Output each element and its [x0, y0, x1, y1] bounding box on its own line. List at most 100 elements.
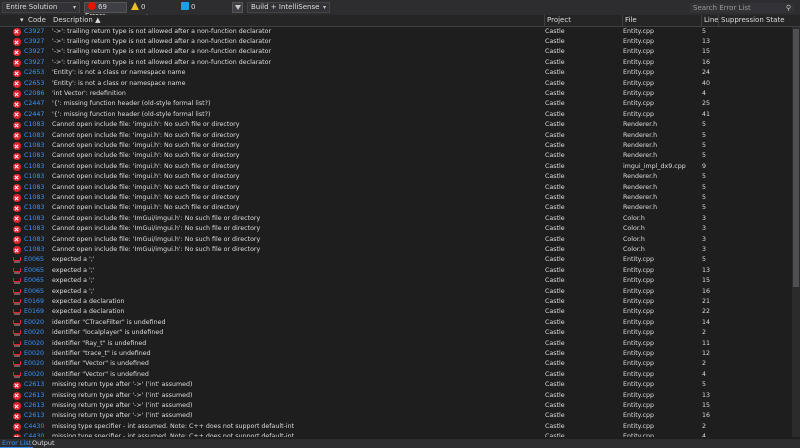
filter-column-icon[interactable]: ▾	[20, 15, 24, 26]
table-row[interactable]: C3927 '->': trailing return type is not a…	[0, 47, 792, 57]
cell-code[interactable]: C1083	[24, 203, 44, 213]
table-row[interactable]: C4430 missing type specifier - int assume…	[0, 422, 792, 432]
cell-code[interactable]: C2653	[24, 68, 44, 78]
table-row[interactable]: C1083 Cannot open include file: 'ImGui/im…	[0, 224, 792, 234]
table-row[interactable]: C2613 missing return type after '->' ('in…	[0, 380, 792, 390]
table-row[interactable]: C2613 missing return type after '->' ('in…	[0, 411, 792, 421]
cell-code[interactable]: C2613	[24, 411, 44, 421]
scrollbar-thumb[interactable]	[793, 29, 799, 287]
cell-code[interactable]: E0020	[24, 318, 44, 328]
table-row[interactable]: C3927 '->': trailing return type is not a…	[0, 58, 792, 68]
tab-error-list[interactable]: Error List	[0, 439, 34, 448]
column-header-project[interactable]: Project	[544, 15, 571, 26]
table-row[interactable]: C4430 missing type specifier - int assume…	[0, 432, 792, 437]
build-source-dropdown[interactable]: Build + IntelliSense ▾	[247, 2, 330, 13]
cell-code[interactable]: E0065	[24, 266, 44, 276]
cell-code[interactable]: C1083	[24, 131, 44, 141]
table-row[interactable]: C3927 '->': trailing return type is not a…	[0, 37, 792, 47]
table-row[interactable]: C1083 Cannot open include file: 'ImGui/im…	[0, 245, 792, 255]
table-row[interactable]: E0169 expected a declaration Castle Entity.…	[0, 307, 792, 317]
table-row[interactable]: C2613 missing return type after '->' ('in…	[0, 401, 792, 411]
cell-code[interactable]: C2613	[24, 380, 44, 390]
cell-code[interactable]: E0020	[24, 370, 44, 380]
table-row[interactable]: C1083 Cannot open include file: 'imgui.h'…	[0, 120, 792, 130]
table-row[interactable]: C1083 Cannot open include file: 'imgui.h'…	[0, 203, 792, 213]
search-error-list-input[interactable]: Search Error List ⚲	[690, 3, 794, 13]
table-row[interactable]: C1083 Cannot open include file: 'imgui.h'…	[0, 183, 792, 193]
cell-code[interactable]: C4430	[24, 432, 44, 437]
table-row[interactable]: E0020 identifier "Vector" is undefined Cas…	[0, 370, 792, 380]
cell-code[interactable]: C1083	[24, 235, 44, 245]
table-row[interactable]: C2447 '{': missing function header (old-s…	[0, 110, 792, 120]
cell-file: Entity.cpp	[623, 256, 654, 264]
table-row[interactable]: E0065 expected a ';' Castle Entity.cpp 13	[0, 266, 792, 276]
cell-code[interactable]: E0020	[24, 339, 44, 349]
cell-code[interactable]: C4430	[24, 422, 44, 432]
vertical-scrollbar[interactable]	[792, 27, 800, 437]
table-row[interactable]: C1083 Cannot open include file: 'imgui.h'…	[0, 172, 792, 182]
cell-code[interactable]: C1083	[24, 151, 44, 161]
cell-code[interactable]: C1083	[24, 224, 44, 234]
table-row[interactable]: C1083 Cannot open include file: 'imgui.h'…	[0, 131, 792, 141]
scope-dropdown[interactable]: Entire Solution ▾	[2, 2, 80, 13]
table-row[interactable]: C3927 '->': trailing return type is not a…	[0, 27, 792, 37]
table-row[interactable]: C1083 Cannot open include file: 'ImGui/im…	[0, 235, 792, 245]
column-header-line[interactable]: Line	[701, 15, 719, 26]
table-row[interactable]: E0065 expected a ';' Castle Entity.cpp 16	[0, 287, 792, 297]
messages-filter-button[interactable]: 0 Messages	[178, 2, 228, 22]
filter-icon[interactable]	[232, 2, 243, 13]
table-row[interactable]: C2086 'int Vector': redefinition Castle Ent…	[0, 89, 792, 99]
cell-code[interactable]: C2613	[24, 391, 44, 401]
column-header-code[interactable]: Code	[28, 15, 46, 26]
cell-code[interactable]: C2653	[24, 79, 44, 89]
cell-code[interactable]: C3927	[24, 37, 44, 47]
cell-code[interactable]: C1083	[24, 172, 44, 182]
table-row[interactable]: C2447 '{': missing function header (old-s…	[0, 99, 792, 109]
cell-code[interactable]: E0169	[24, 297, 44, 307]
table-row[interactable]: C1083 Cannot open include file: 'imgui.h'…	[0, 151, 792, 161]
cell-code[interactable]: C1083	[24, 141, 44, 151]
cell-code[interactable]: C1083	[24, 183, 44, 193]
cell-code[interactable]: E0020	[24, 349, 44, 359]
table-row[interactable]: C2613 missing return type after '->' ('in…	[0, 391, 792, 401]
table-row[interactable]: C2653 'Entity': is not a class or namespa…	[0, 79, 792, 89]
table-row[interactable]: E0065 expected a ';' Castle Entity.cpp 5	[0, 255, 792, 265]
errors-filter-button[interactable]: 69 Errors	[84, 2, 127, 20]
cell-code[interactable]: C2447	[24, 110, 44, 120]
tab-output[interactable]: Output	[30, 439, 57, 448]
table-row[interactable]: C1083 Cannot open include file: 'imgui.h'…	[0, 141, 792, 151]
cell-code[interactable]: E0065	[24, 255, 44, 265]
table-row[interactable]: E0065 expected a ';' Castle Entity.cpp 15	[0, 276, 792, 286]
table-row[interactable]: C1083 Cannot open include file: 'imgui.h'…	[0, 162, 792, 172]
table-row[interactable]: C2653 'Entity': is not a class or namespa…	[0, 68, 792, 78]
cell-code[interactable]: C2613	[24, 401, 44, 411]
warnings-filter-button[interactable]: 0 Warnings	[128, 2, 176, 22]
intellisense-error-icon	[13, 350, 21, 358]
table-row[interactable]: E0020 identifier "Vector" is undefined Cas…	[0, 359, 792, 369]
cell-code[interactable]: C1083	[24, 214, 44, 224]
column-header-description[interactable]: Description ▲	[53, 15, 101, 26]
cell-code[interactable]: E0020	[24, 328, 44, 338]
cell-code[interactable]: E0065	[24, 276, 44, 286]
cell-code[interactable]: C2086	[24, 89, 44, 99]
cell-code[interactable]: C3927	[24, 47, 44, 57]
table-row[interactable]: E0020 identifier "localplayer" is undefin…	[0, 328, 792, 338]
table-row[interactable]: C1083 Cannot open include file: 'imgui.h'…	[0, 193, 792, 203]
table-row[interactable]: C1083 Cannot open include file: 'ImGui/im…	[0, 214, 792, 224]
cell-code[interactable]: C1083	[24, 193, 44, 203]
cell-code[interactable]: C1083	[24, 162, 44, 172]
cell-code[interactable]: E0169	[24, 307, 44, 317]
column-header-file[interactable]: File	[622, 15, 637, 26]
table-row[interactable]: E0020 identifier "trace_t" is undefined Ca…	[0, 349, 792, 359]
table-row[interactable]: E0169 expected a declaration Castle Entity.…	[0, 297, 792, 307]
cell-code[interactable]: C3927	[24, 27, 44, 37]
cell-code[interactable]: E0020	[24, 359, 44, 369]
table-row[interactable]: E0020 identifier "CTraceFilter" is undefi…	[0, 318, 792, 328]
cell-code[interactable]: C2447	[24, 99, 44, 109]
cell-code[interactable]: E0065	[24, 287, 44, 297]
cell-code[interactable]: C3927	[24, 58, 44, 68]
cell-code[interactable]: C1083	[24, 245, 44, 255]
table-row[interactable]: E0020 identifier "Ray_t" is undefined Cast…	[0, 339, 792, 349]
cell-code[interactable]: C1083	[24, 120, 44, 130]
column-header-suppression-state[interactable]: Suppression State	[718, 15, 785, 26]
